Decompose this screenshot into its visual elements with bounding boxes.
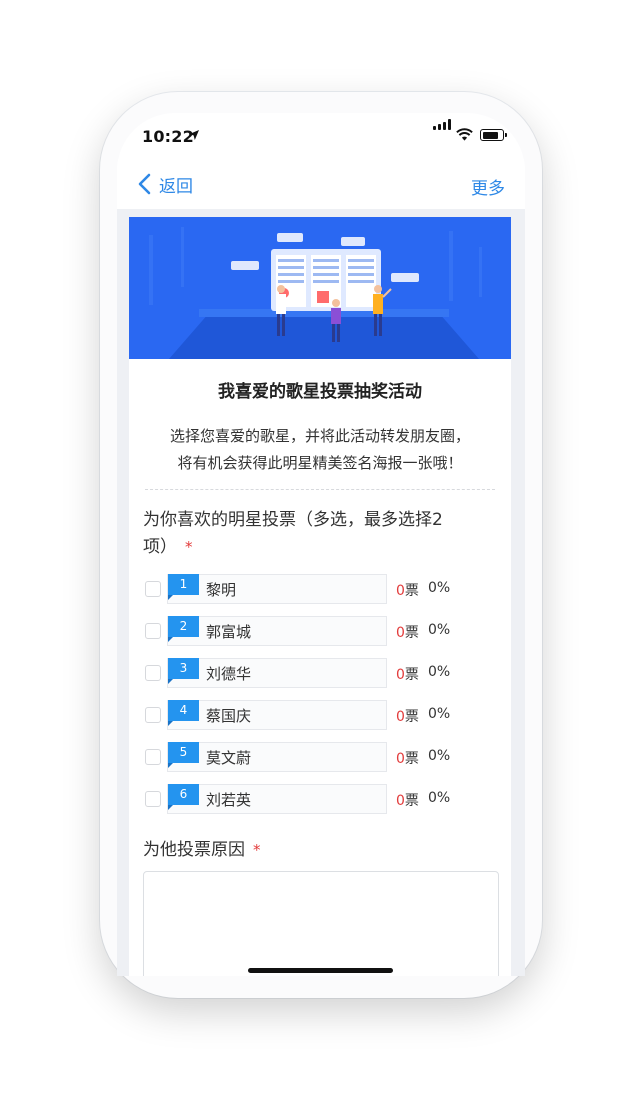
option-vote-count: 0票 bbox=[396, 622, 419, 642]
option-bar[interactable]: 2 郭富城 bbox=[167, 616, 387, 646]
option-number-badge: 2 bbox=[168, 616, 199, 642]
option-percent: 0% bbox=[428, 664, 451, 680]
location-arrow-icon bbox=[189, 130, 199, 140]
status-bar: 10:22 bbox=[117, 113, 525, 159]
option-percent: 0% bbox=[428, 790, 451, 806]
wifi-icon bbox=[456, 128, 473, 141]
option-checkbox[interactable] bbox=[145, 581, 161, 597]
vote-unit: 票 bbox=[404, 709, 419, 725]
option-percent: 0% bbox=[428, 748, 451, 764]
option-name: 黎明 bbox=[206, 581, 237, 599]
question-title-line2-wrap: 项） * bbox=[143, 534, 503, 561]
chevron-left-icon bbox=[138, 173, 151, 195]
battery-icon bbox=[480, 129, 507, 141]
option-vote-count: 0票 bbox=[396, 790, 419, 810]
option-name: 蔡国庆 bbox=[206, 707, 252, 725]
vote-unit: 票 bbox=[404, 625, 419, 641]
home-indicator bbox=[248, 968, 393, 973]
option-name: 刘若英 bbox=[206, 791, 252, 809]
vote-unit: 票 bbox=[404, 793, 419, 809]
option-percent: 0% bbox=[428, 622, 451, 638]
nav-bar: 返回 更多 bbox=[117, 159, 525, 209]
option-number-badge: 6 bbox=[168, 784, 199, 810]
option-vote-count: 0票 bbox=[396, 664, 419, 684]
option-checkbox[interactable] bbox=[145, 707, 161, 723]
option-name: 莫文蔚 bbox=[206, 749, 252, 767]
option-percent: 0% bbox=[428, 580, 451, 596]
option-row: 5 莫文蔚 0票 0% bbox=[145, 742, 505, 772]
option-name: 郭富城 bbox=[206, 623, 252, 641]
question-title-reason: 为他投票原因 * bbox=[143, 837, 503, 864]
vote-count-value: 0 bbox=[396, 583, 405, 599]
option-bar[interactable]: 6 刘若英 bbox=[167, 784, 387, 814]
vote-count-value: 0 bbox=[396, 751, 405, 767]
option-percent: 0% bbox=[428, 706, 451, 722]
option-row: 1 黎明 0票 0% bbox=[145, 574, 505, 604]
screen: 10:22 返回 更多 我喜爱的歌星投票抽奖活动 选择您喜爱的歌星，并将此活动转… bbox=[117, 113, 525, 976]
option-row: 4 蔡国庆 0票 0% bbox=[145, 700, 505, 730]
option-row: 6 刘若英 0票 0% bbox=[145, 784, 505, 814]
vote-unit: 票 bbox=[404, 751, 419, 767]
option-checkbox[interactable] bbox=[145, 749, 161, 765]
survey-description-line1: 选择您喜爱的歌星，并将此活动转发朋友圈， bbox=[169, 427, 470, 445]
option-checkbox[interactable] bbox=[145, 665, 161, 681]
vote-count-value: 0 bbox=[396, 667, 405, 683]
option-checkbox[interactable] bbox=[145, 791, 161, 807]
vote-unit: 票 bbox=[404, 583, 419, 599]
option-number-badge: 3 bbox=[168, 658, 199, 684]
survey-card: 我喜爱的歌星投票抽奖活动 选择您喜爱的歌星，并将此活动转发朋友圈， 将有机会获得… bbox=[129, 217, 511, 976]
page-content: 我喜爱的歌星投票抽奖活动 选择您喜爱的歌星，并将此活动转发朋友圈， 将有机会获得… bbox=[117, 209, 525, 976]
option-vote-count: 0票 bbox=[396, 580, 419, 600]
option-vote-count: 0票 bbox=[396, 748, 419, 768]
option-vote-count: 0票 bbox=[396, 706, 419, 726]
question-reason-text: 为他投票原因 bbox=[143, 840, 245, 860]
required-mark: * bbox=[185, 538, 193, 556]
vote-count-value: 0 bbox=[396, 793, 405, 809]
vote-count-value: 0 bbox=[396, 709, 405, 725]
option-number-badge: 1 bbox=[168, 574, 199, 600]
back-button[interactable]: 返回 bbox=[135, 169, 193, 199]
divider bbox=[145, 489, 495, 490]
option-row: 3 刘德华 0票 0% bbox=[145, 658, 505, 688]
option-bar[interactable]: 4 蔡国庆 bbox=[167, 700, 387, 730]
vote-count-value: 0 bbox=[396, 625, 405, 641]
option-number-badge: 5 bbox=[168, 742, 199, 768]
status-time: 10:22 bbox=[142, 127, 194, 146]
survey-description-line2: 将有机会获得此明星精美签名海报一张哦！ bbox=[177, 454, 463, 472]
question-title-vote: 为你喜欢的明星投票（多选，最多选择2 项） * bbox=[143, 507, 503, 561]
option-bar[interactable]: 3 刘德华 bbox=[167, 658, 387, 688]
option-bar[interactable]: 1 黎明 bbox=[167, 574, 387, 604]
option-number-badge: 4 bbox=[168, 700, 199, 726]
question-title-line1: 为你喜欢的明星投票（多选，最多选择2 bbox=[143, 510, 443, 530]
option-bar[interactable]: 5 莫文蔚 bbox=[167, 742, 387, 772]
option-row: 2 郭富城 0票 0% bbox=[145, 616, 505, 646]
back-label: 返回 bbox=[159, 176, 193, 197]
banner-illustration bbox=[129, 217, 511, 359]
vote-unit: 票 bbox=[404, 667, 419, 683]
required-mark: * bbox=[253, 841, 261, 859]
option-name: 刘德华 bbox=[206, 665, 252, 683]
reason-textarea[interactable] bbox=[143, 871, 499, 976]
survey-title: 我喜爱的歌星投票抽奖活动 bbox=[218, 382, 422, 402]
question-title-line2: 项） bbox=[143, 537, 177, 557]
more-button[interactable]: 更多 bbox=[471, 174, 505, 199]
option-checkbox[interactable] bbox=[145, 623, 161, 639]
